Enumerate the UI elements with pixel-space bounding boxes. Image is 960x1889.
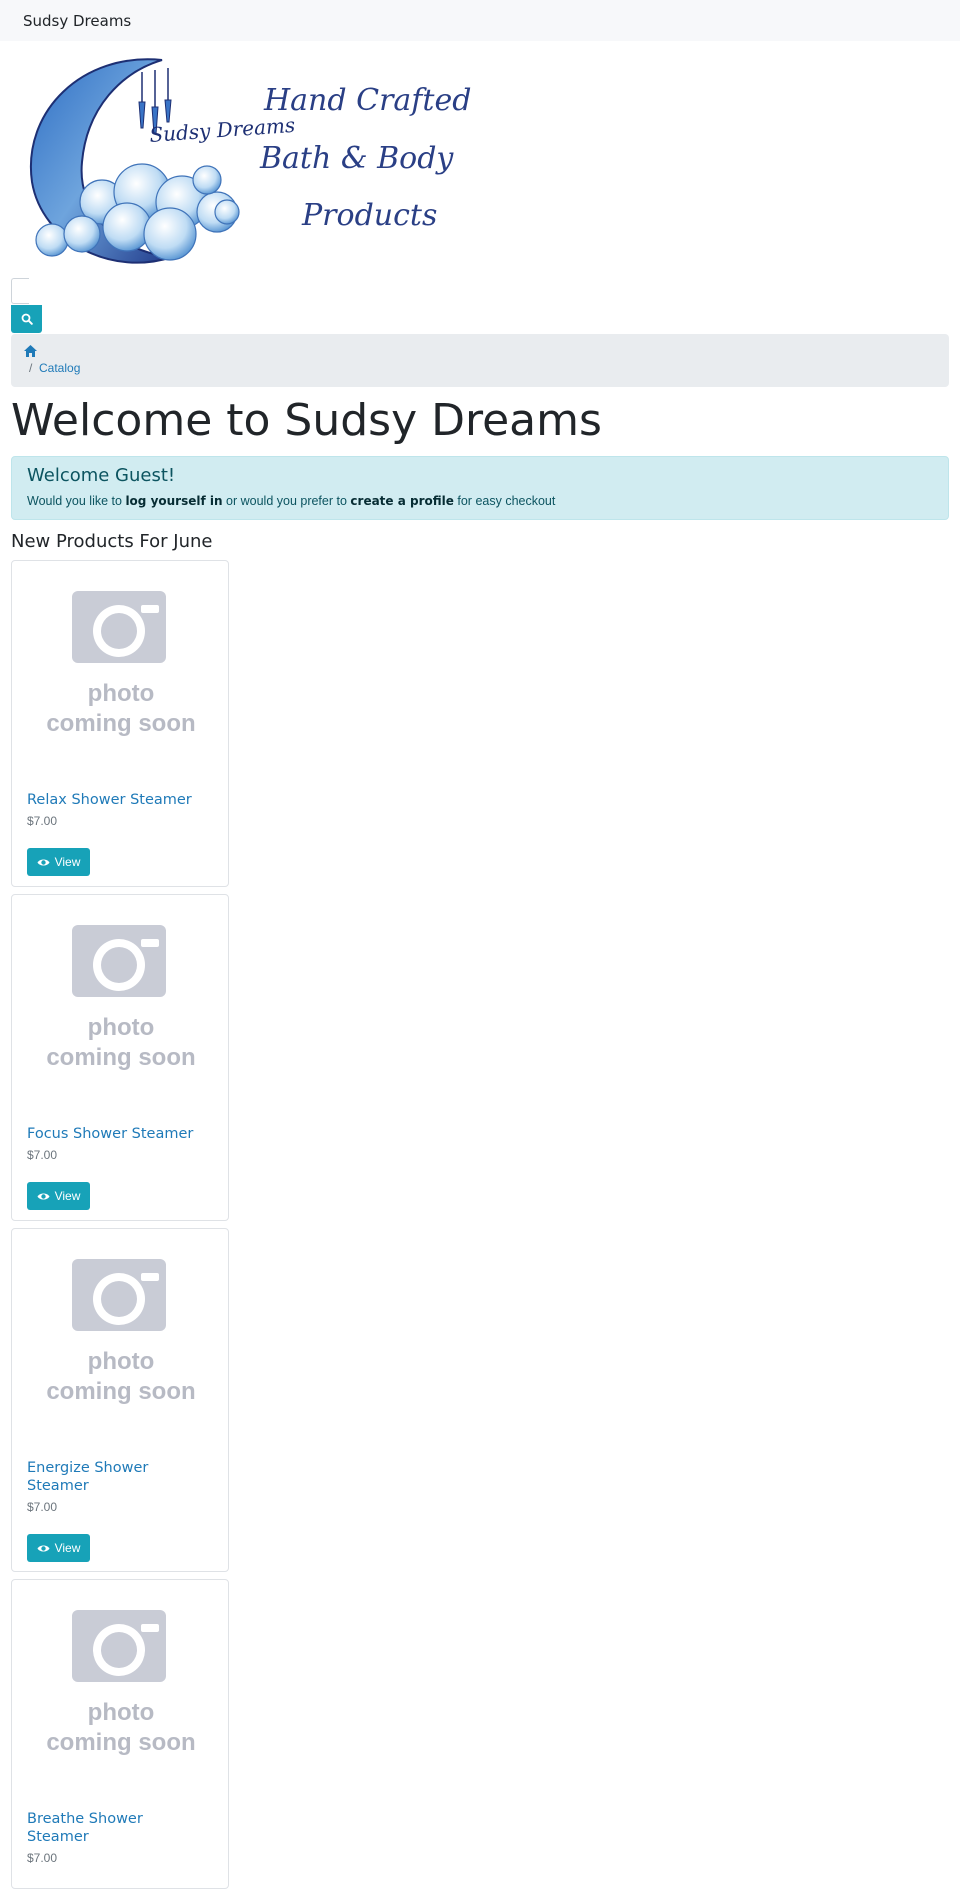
product-card: photo coming soon Focus Shower Steamer $… <box>11 894 229 1221</box>
product-name[interactable]: Breathe Shower Steamer <box>27 1810 207 1846</box>
placeholder-line-2: coming soon <box>46 1378 195 1404</box>
photo-coming-soon-image[interactable]: photo coming soon <box>46 925 196 1070</box>
placeholder-line-2: coming soon <box>46 1729 195 1755</box>
photo-coming-soon-image[interactable]: photo coming soon <box>46 1259 196 1404</box>
logo-tagline-3: Products <box>301 198 437 233</box>
login-link[interactable]: log yourself in <box>125 494 222 508</box>
placeholder-line-1: photo <box>88 1699 155 1726</box>
view-label: View <box>54 1541 81 1555</box>
view-button[interactable]: View <box>27 848 90 876</box>
logo-tagline-1: Hand Crafted <box>263 83 471 118</box>
product-price: $7.00 <box>27 814 58 828</box>
eye-icon <box>37 1545 50 1551</box>
alert-heading: Welcome Guest! <box>27 465 176 486</box>
view-label: View <box>54 855 81 869</box>
breadcrumb-item-catalog[interactable]: Catalog <box>39 361 80 375</box>
view-button[interactable]: View <box>27 1182 90 1210</box>
crescent-moon-bubbles-logo[interactable]: Sudsy Dreams Hand Crafted Bath & Body Pr… <box>22 52 482 272</box>
eye-icon <box>37 1193 50 1199</box>
photo-coming-soon-image[interactable]: photo coming soon <box>46 591 196 736</box>
create-profile-link[interactable]: create a profile <box>350 494 454 508</box>
breadcrumb-separator: / <box>29 361 33 375</box>
alert-text-1: Would you like to <box>27 494 126 508</box>
product-price: $7.00 <box>27 1851 58 1865</box>
view-label: View <box>54 1189 81 1203</box>
product-name[interactable]: Focus Shower Steamer <box>27 1125 193 1143</box>
alert-text-2: or would you prefer to <box>222 494 351 508</box>
alert-text: Would you like to log yourself in or wou… <box>27 494 555 508</box>
placeholder-line-2: coming soon <box>46 710 195 736</box>
search-icon <box>21 313 33 325</box>
placeholder-line-1: photo <box>88 1348 155 1375</box>
page-title: Welcome to Sudsy Dreams <box>11 395 602 446</box>
product-name[interactable]: Energize Shower Steamer <box>27 1459 207 1495</box>
navbar-brand[interactable]: Sudsy Dreams <box>23 12 131 30</box>
placeholder-line-1: photo <box>88 1014 155 1041</box>
search-form <box>11 278 42 333</box>
product-card: photo coming soon Relax Shower Steamer $… <box>11 560 229 887</box>
view-button[interactable]: View <box>27 1534 90 1562</box>
search-input[interactable] <box>11 278 29 304</box>
placeholder-line-1: photo <box>88 680 155 707</box>
welcome-alert: Welcome Guest! Would you like to log you… <box>11 456 949 520</box>
product-card: photo coming soon Breathe Shower Steamer… <box>11 1579 229 1889</box>
product-card: photo coming soon Energize Shower Steame… <box>11 1228 229 1572</box>
section-title: New Products For June <box>11 531 213 552</box>
search-button[interactable] <box>11 305 42 333</box>
eye-icon <box>37 859 50 865</box>
home-icon[interactable] <box>23 344 38 358</box>
placeholder-line-2: coming soon <box>46 1044 195 1070</box>
navbar: Sudsy Dreams <box>0 0 960 41</box>
product-price: $7.00 <box>27 1148 58 1162</box>
product-price: $7.00 <box>27 1500 58 1514</box>
photo-coming-soon-image[interactable]: photo coming soon <box>46 1610 196 1755</box>
breadcrumb: / Catalog <box>11 334 949 387</box>
product-name[interactable]: Relax Shower Steamer <box>27 791 192 809</box>
logo-tagline-2: Bath & Body <box>259 141 454 176</box>
alert-text-3: for easy checkout <box>453 494 556 508</box>
